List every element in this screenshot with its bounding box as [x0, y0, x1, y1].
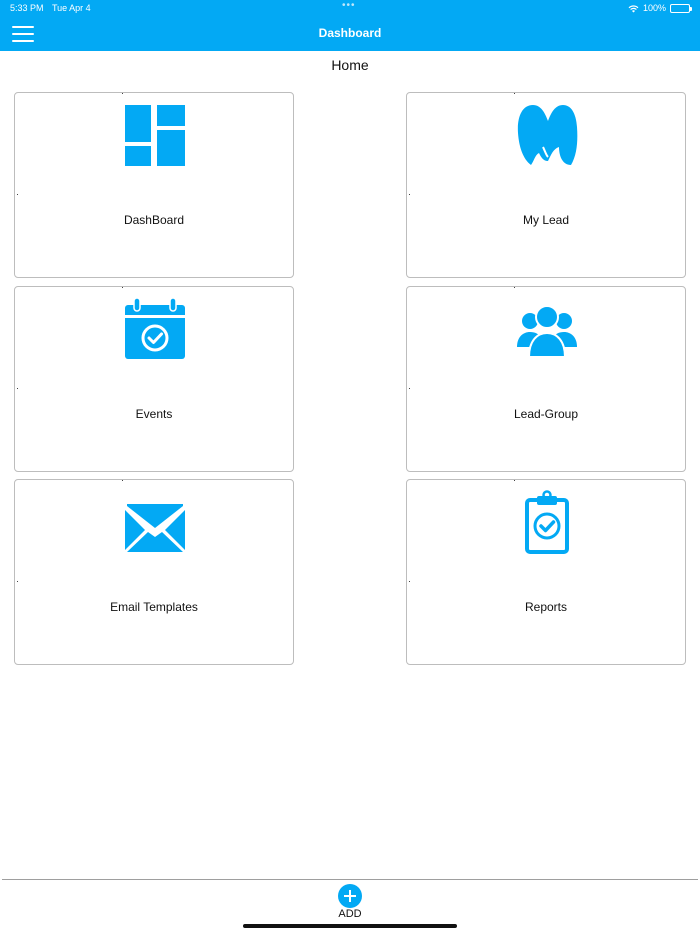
card-marker	[409, 388, 410, 389]
status-bar: 5:33 PM Tue Apr 4 ••• 100%	[0, 0, 700, 16]
card-marker	[409, 194, 410, 195]
multitask-dots: •••	[342, 0, 356, 11]
battery-percent: 100%	[642, 3, 666, 13]
battery-icon	[670, 3, 692, 13]
nav-title: Dashboard	[318, 26, 382, 40]
envelope-icon	[125, 504, 185, 552]
card-marker	[17, 388, 18, 389]
card-label: Lead-Group	[513, 407, 579, 421]
card-label: Email Templates	[110, 600, 198, 614]
card-dashboard[interactable]: DashBoard	[14, 92, 294, 278]
nav-bar: Dashboard	[0, 16, 700, 51]
card-marker	[514, 93, 515, 94]
card-marker	[514, 287, 515, 288]
card-lead-group[interactable]: Lead-Group	[406, 286, 686, 472]
card-reports[interactable]: Reports	[406, 479, 686, 665]
card-label: My Lead	[522, 213, 570, 227]
status-date: Tue Apr 4	[52, 3, 91, 13]
page-title: Home	[331, 57, 369, 73]
card-my-lead[interactable]: My Lead	[406, 92, 686, 278]
clipboard-check-icon	[525, 490, 569, 554]
card-label: Reports	[524, 600, 568, 614]
card-email-templates[interactable]: Email Templates	[14, 479, 294, 665]
card-label: Events	[135, 407, 173, 421]
card-marker	[122, 480, 123, 481]
card-marker	[514, 480, 515, 481]
menu-icon-line	[12, 40, 34, 42]
home-indicator	[243, 924, 457, 928]
calendar-check-icon	[125, 297, 185, 359]
add-button[interactable]	[338, 884, 362, 908]
add-label[interactable]: ADD	[300, 908, 400, 920]
status-right: 100%	[628, 3, 692, 13]
users-group-icon	[517, 305, 577, 358]
dashboard-grid-icon	[125, 105, 185, 166]
card-marker	[122, 93, 123, 94]
card-marker	[409, 581, 410, 582]
wifi-icon	[628, 4, 639, 12]
card-events[interactable]: Events	[14, 286, 294, 472]
card-marker	[122, 287, 123, 288]
bottom-divider	[2, 879, 698, 880]
my-lead-logo-icon	[517, 105, 578, 165]
card-label: DashBoard	[123, 213, 185, 227]
card-marker	[17, 581, 18, 582]
status-time: 5:33 PM	[10, 3, 44, 13]
card-marker	[17, 194, 18, 195]
